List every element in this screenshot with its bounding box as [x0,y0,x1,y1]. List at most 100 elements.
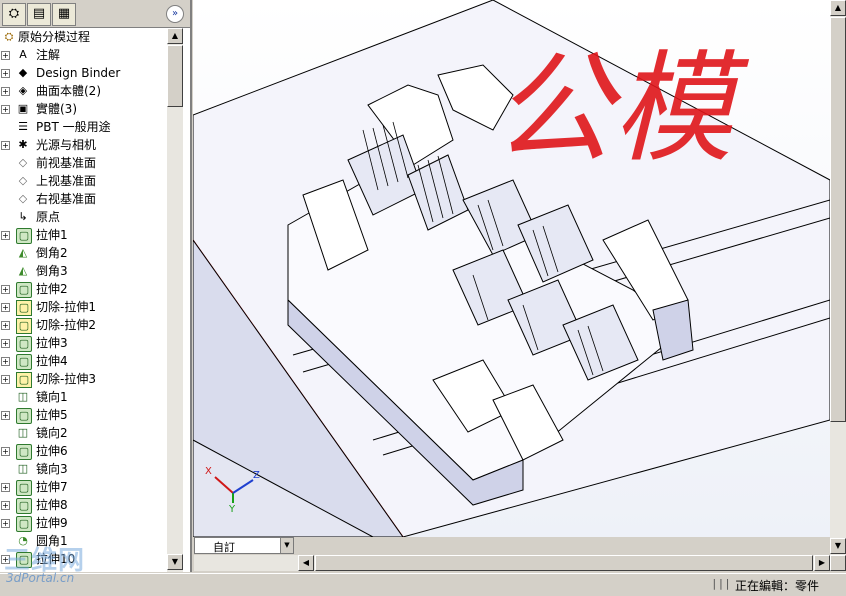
expand-toggle[interactable]: + [1,339,10,348]
tree-item-label: 拉伸3 [36,336,68,350]
expand-toggle[interactable]: + [1,141,10,150]
tree-item[interactable]: + ▢ 拉伸9 [0,514,166,532]
tree-item-label: 實體(3) [36,102,77,116]
expand-toggle[interactable]: + [1,69,10,78]
tree-root-part[interactable]: ⛭ 原始分模过程 [0,28,166,46]
vp-scroll-down-button[interactable]: ▼ [830,538,846,554]
expand-toggle[interactable]: + [1,375,10,384]
tree-item-label: 拉伸9 [36,516,68,530]
tree-item[interactable]: + ▢ 拉伸2 [0,280,166,298]
expand-toggle[interactable]: + [1,51,10,60]
tree-item[interactable]: + ▢ 拉伸5 [0,406,166,424]
arrow-up-icon: ▲ [834,3,842,12]
solid-bodies-icon: ▣ [17,102,29,115]
tree-item-label: 镜向3 [36,462,68,476]
feature-manager-tab[interactable]: ⛭ [2,3,26,26]
double-chevron-right-icon: » [171,8,179,19]
tree-item-label: PBT 一般用途 [36,120,111,134]
tree-item[interactable]: + ▢ 拉伸3 [0,334,166,352]
vp-scroll-left-button[interactable]: ◀ [298,555,314,571]
viewport-splitter[interactable] [194,555,298,571]
expand-toggle[interactable]: + [1,411,10,420]
tree-item[interactable]: + ▢ 拉伸7 [0,478,166,496]
plane-icon: ◇ [18,156,28,169]
expand-toggle[interactable]: + [1,105,10,114]
viewport-horizontal-scrollbar[interactable]: ◀ ▶ [298,555,830,571]
tree-item[interactable]: + ▢ 拉伸6 [0,442,166,460]
tree-item[interactable]: + ▢ 拉伸4 [0,352,166,370]
property-manager-tab[interactable]: ▤ [27,3,51,26]
expand-toggle[interactable]: + [1,321,10,330]
viewport-vertical-scrollbar[interactable]: ▲ ▼ [830,0,846,555]
tree-item-label: 镜向1 [36,390,68,404]
vp-hscroll-thumb[interactable] [315,555,813,571]
axis-x-label: X [205,466,212,477]
tree-item[interactable]: ☰ PBT 一般用途 [0,118,166,136]
extrude-icon: ▢ [16,516,32,532]
expand-toggle[interactable]: + [1,447,10,456]
tree-item[interactable]: + A 注解 [0,46,166,64]
tree-item[interactable]: ◇ 上视基准面 [0,172,166,190]
tree-item-label: 拉伸6 [36,444,68,458]
mirror-icon: ◫ [17,462,29,475]
chevron-down-icon[interactable]: ▼ [280,538,293,553]
tree-item-label: Design Binder [36,66,121,80]
vp-vscroll-thumb[interactable] [830,17,846,422]
vp-scroll-up-button[interactable]: ▲ [830,0,846,16]
expand-toggle[interactable]: + [1,303,10,312]
status-bar: ||| 正在編輯：零件 [0,573,846,596]
tree-item-label: 倒角2 [36,246,68,260]
tree-item[interactable]: + ◈ 曲面本體(2) [0,82,166,100]
tree-item[interactable]: ◇ 前视基准面 [0,154,166,172]
tree-item[interactable]: ◭ 倒角3 [0,262,166,280]
tree-item[interactable]: + ▢ 拉伸8 [0,496,166,514]
tree-item[interactable]: + ◆ Design Binder [0,64,166,82]
configuration-manager-tab[interactable]: ▦ [52,3,76,26]
expand-toggle[interactable]: + [1,231,10,240]
arrow-right-icon: ▶ [818,558,826,567]
tree-item[interactable]: + ▢ 切除-拉伸2 [0,316,166,334]
extrude-icon: ▢ [16,336,32,352]
scroll-up-button[interactable]: ▲ [167,28,183,44]
scroll-thumb[interactable] [167,45,183,107]
property-manager-icon: ▤ [32,6,46,21]
tree-item[interactable]: + ▢ 切除-拉伸3 [0,370,166,388]
tree-item[interactable]: ↳ 原点 [0,208,166,226]
tree-vertical-scrollbar[interactable]: ▲ ▼ [167,28,183,572]
expand-toggle[interactable]: + [1,285,10,294]
tree-item[interactable]: + ▢ 拉伸1 [0,226,166,244]
configuration-select[interactable]: 自訂 ▼ [194,537,294,554]
scroll-down-button[interactable]: ▼ [167,554,183,570]
expand-toggle[interactable]: + [1,519,10,528]
scroll-corner [830,555,846,571]
mirror-icon: ◫ [17,426,29,439]
tree-item[interactable]: ◫ 镜向3 [0,460,166,478]
extrude-icon: ▢ [16,444,32,460]
tree-item[interactable]: ◇ 右视基准面 [0,190,166,208]
tree-item[interactable]: + ▣ 實體(3) [0,100,166,118]
tree-item[interactable]: ◫ 镜向2 [0,424,166,442]
tree-item-label: 拉伸8 [36,498,68,512]
tree-item-label: 拉伸4 [36,354,68,368]
expand-toggle[interactable]: + [1,87,10,96]
tree-item[interactable]: ◭ 倒角2 [0,244,166,262]
expand-toggle[interactable]: + [1,483,10,492]
material-icon: ☰ [18,120,28,133]
part-icon: ⛭ [4,30,14,43]
tree-item[interactable]: ◫ 镜向1 [0,388,166,406]
extrude-icon: ▢ [16,282,32,298]
expand-toggle[interactable]: + [1,357,10,366]
tree-item-label: 曲面本體(2) [36,84,101,98]
tree-item[interactable]: + ✱ 光源与相机 [0,136,166,154]
expand-toggle[interactable]: + [1,501,10,510]
surface-bodies-icon: ◈ [18,84,28,97]
arrow-left-icon: ◀ [302,558,310,567]
panel-tabs: ⛭ ▤ ▦ » [0,0,190,28]
tree-item[interactable]: + ▢ 切除-拉伸1 [0,298,166,316]
feature-tree: ⛭ 原始分模过程 + A 注解 + ◆ Design Binder + ◈ 曲面本體(2) + ▣ 實… [0,28,166,568]
vp-scroll-right-button[interactable]: ▶ [814,555,830,571]
feature-manager-icon: ⛭ [8,6,20,21]
expand-panel-button[interactable]: » [166,5,184,23]
graphics-area[interactable]: 公模 X Y Z [193,0,830,537]
tree-item-label: 切除-拉伸3 [36,372,96,386]
